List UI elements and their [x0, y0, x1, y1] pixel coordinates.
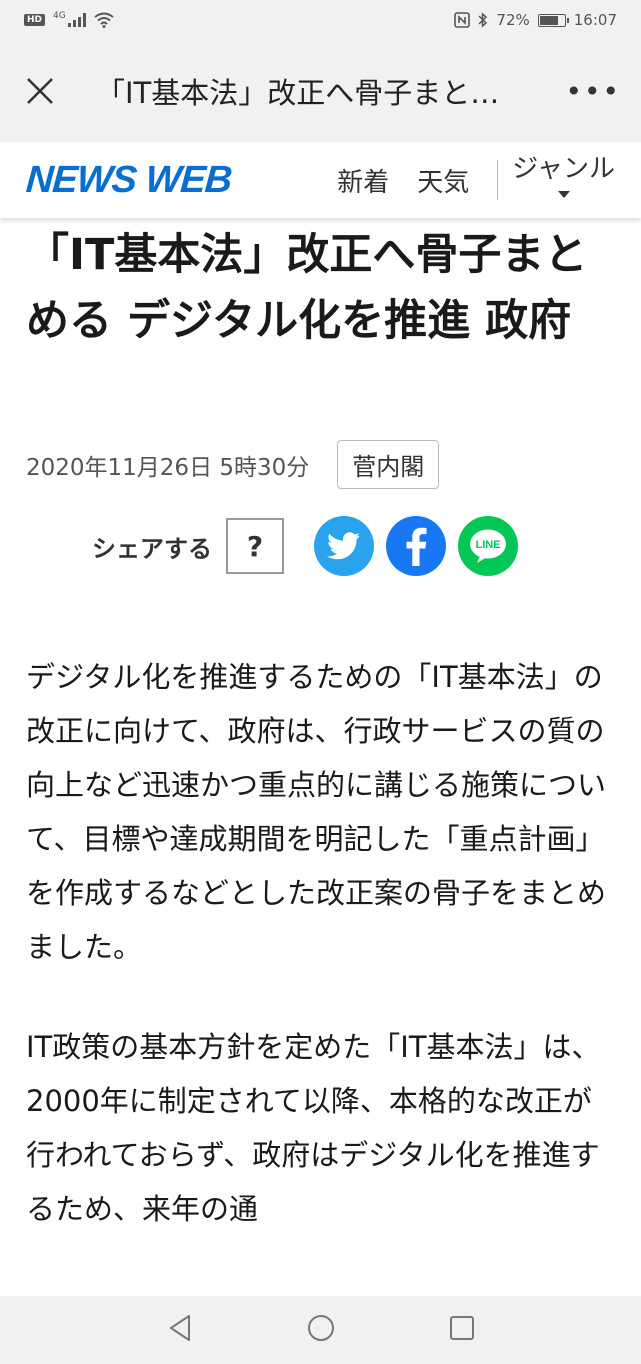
chevron-down-icon: [557, 190, 570, 198]
bluetooth-icon: [478, 12, 488, 28]
android-nav-bar: [0, 1296, 641, 1364]
status-left: HD 4G: [24, 11, 114, 28]
home-icon: [307, 1315, 334, 1341]
nav-divider: [497, 160, 499, 200]
share-label: シェアする: [92, 534, 212, 563]
nav-item-weather[interactable]: 天気: [417, 162, 469, 199]
article-meta: 2020年11月26日 5時30分 菅内閣: [26, 440, 616, 489]
nav-item-latest[interactable]: 新着: [337, 162, 389, 199]
site-logo[interactable]: NEWS WEB: [24, 159, 233, 202]
battery-percent: 72%: [496, 11, 530, 29]
topic-tag[interactable]: 菅内閣: [337, 440, 440, 489]
wifi-icon: [94, 12, 114, 28]
back-icon: [169, 1315, 190, 1341]
recent-apps-button[interactable]: [449, 1315, 475, 1345]
close-icon: [27, 78, 53, 104]
share-bar: シェアする ? LINE: [92, 516, 530, 576]
recent-apps-icon: [449, 1316, 474, 1340]
line-icon: LINE: [470, 529, 506, 563]
status-bar: HD 4G 72% 16:07: [0, 0, 641, 40]
svg-text:LINE: LINE: [475, 539, 500, 551]
more-menu-button[interactable]: •••: [565, 75, 621, 108]
network-type: 4G: [53, 11, 66, 21]
article-body: デジタル化を推進するための「IT基本法」の改正に向けて、政府は、行政サービスの質…: [26, 650, 616, 1282]
genre-label: ジャンル: [512, 153, 615, 184]
facebook-icon: [406, 527, 427, 566]
back-button[interactable]: [167, 1314, 193, 1346]
facebook-share-button[interactable]: [386, 516, 446, 576]
browser-page-title: 「IT基本法」改正へ骨子まと…: [96, 76, 500, 110]
status-right: 72% 16:07: [454, 11, 617, 29]
article-date: 2020年11月26日 5時30分: [26, 454, 310, 481]
article-paragraph: IT政策の基本方針を定めた「IT基本法」は、2000年に制定されて以降、本格的な…: [26, 1030, 601, 1226]
share-help-button[interactable]: ?: [226, 518, 284, 574]
twitter-share-button[interactable]: [314, 516, 374, 576]
article-paragraph: デジタル化を推進するための「IT基本法」の改正に向けて、政府は、行政サービスの質…: [26, 660, 607, 964]
close-button[interactable]: [20, 71, 60, 111]
battery-fill: [539, 15, 559, 25]
clock: 16:07: [573, 11, 617, 29]
line-share-button[interactable]: LINE: [458, 516, 518, 576]
hd-badge: HD: [24, 14, 46, 26]
site-nav: 新着 天気 ジャンル: [309, 155, 615, 200]
site-header: NEWS WEB 新着 天気 ジャンル: [0, 142, 641, 218]
home-button[interactable]: [306, 1313, 336, 1347]
battery-icon: [537, 13, 569, 27]
article-title: 「IT基本法」改正へ骨子まとめる デジタル化を推進 政府: [26, 230, 588, 346]
browser-bar: 「IT基本法」改正へ骨子まと… •••: [0, 40, 641, 142]
nfc-icon: [454, 12, 471, 28]
signal-icon: [67, 13, 86, 27]
twitter-icon: [327, 532, 360, 560]
genre-menu-button[interactable]: ジャンル: [512, 155, 615, 198]
